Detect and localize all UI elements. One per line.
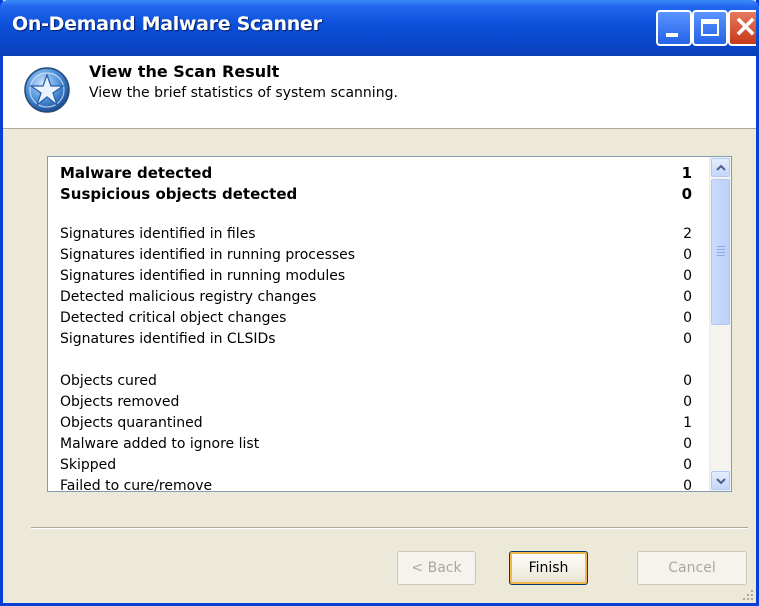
scan-results-list[interactable]: Malware detected 1 Suspicious objects de…	[47, 156, 732, 492]
stat-label: Detected critical object changes	[60, 310, 287, 326]
list-item: Signatures identified in CLSIDs 0	[60, 329, 692, 350]
list-item: Malware detected 1	[60, 163, 692, 184]
stat-label: Suspicious objects detected	[60, 185, 298, 203]
wizard-window: On-Demand Malware Scanner × View the Sca…	[0, 0, 759, 606]
list-item: Objects removed 0	[60, 392, 692, 413]
stat-value: 0	[681, 185, 692, 203]
list-item: Detected critical object changes 0	[60, 308, 692, 329]
stat-value: 0	[683, 394, 692, 410]
minimize-icon	[666, 33, 678, 37]
scroll-down-button[interactable]	[711, 471, 730, 490]
chevron-up-icon	[716, 164, 726, 171]
list-item: Signatures identified in files 2	[60, 224, 692, 245]
close-button[interactable]: ×	[728, 9, 759, 46]
stat-value: 0	[683, 457, 692, 473]
list-item: Suspicious objects detected 0	[60, 184, 692, 205]
title-bar[interactable]: On-Demand Malware Scanner ×	[0, 0, 759, 56]
stat-label: Failed to cure/remove	[60, 478, 213, 492]
list-item: Malware added to ignore list 0	[60, 434, 692, 455]
chevron-down-icon	[716, 478, 726, 485]
maximize-icon	[701, 19, 719, 36]
wizard-header: View the Scan Result View the brief stat…	[3, 56, 756, 129]
stat-label: Skipped	[60, 457, 117, 473]
stat-value: 0	[683, 331, 692, 347]
stat-label: Detected malicious registry changes	[60, 289, 317, 305]
stat-label: Signatures identified in running modules	[60, 268, 346, 284]
stat-value: 0	[683, 268, 692, 284]
stat-label: Signatures identified in files	[60, 226, 256, 242]
window-title: On-Demand Malware Scanner	[12, 13, 322, 35]
stat-value: 0	[683, 289, 692, 305]
list-item: Failed to cure/remove 0	[60, 476, 692, 492]
stat-label: Malware detected	[60, 164, 213, 182]
stat-value: 2	[683, 226, 692, 242]
cancel-button[interactable]: Cancel	[637, 551, 747, 585]
stat-value: 0	[683, 436, 692, 452]
resize-grip-icon[interactable]	[742, 589, 754, 601]
star-shield-icon	[23, 66, 71, 118]
stat-value: 0	[683, 478, 692, 492]
maximize-button[interactable]	[692, 10, 728, 46]
stat-value: 0	[683, 247, 692, 263]
list-item: Skipped 0	[60, 455, 692, 476]
stat-label: Malware added to ignore list	[60, 436, 260, 452]
stat-value: 0	[683, 310, 692, 326]
stat-value: 1	[683, 415, 692, 431]
stat-label: Signatures identified in CLSIDs	[60, 331, 276, 347]
divider	[31, 527, 748, 529]
list-item: Signatures identified in running modules…	[60, 266, 692, 287]
stat-label: Objects cured	[60, 373, 157, 389]
list-item: Detected malicious registry changes 0	[60, 287, 692, 308]
vertical-scrollbar[interactable]	[709, 157, 731, 491]
stat-value: 1	[681, 164, 692, 182]
close-icon: ×	[733, 9, 759, 44]
back-button[interactable]: < Back	[397, 551, 476, 585]
list-item: Objects quarantined 1	[60, 413, 692, 434]
stat-value: 0	[683, 373, 692, 389]
stat-label: Objects removed	[60, 394, 180, 410]
minimize-button[interactable]	[656, 10, 692, 46]
finish-button[interactable]: Finish	[509, 551, 588, 585]
scroll-thumb[interactable]	[711, 179, 730, 325]
header-subtitle: View the brief statistics of system scan…	[89, 85, 398, 101]
scroll-up-button[interactable]	[711, 158, 730, 177]
stat-label: Signatures identified in running process…	[60, 247, 356, 263]
list-item: Objects cured 0	[60, 371, 692, 392]
stat-label: Objects quarantined	[60, 415, 203, 431]
list-item: Signatures identified in running process…	[60, 245, 692, 266]
header-title: View the Scan Result	[89, 62, 280, 81]
